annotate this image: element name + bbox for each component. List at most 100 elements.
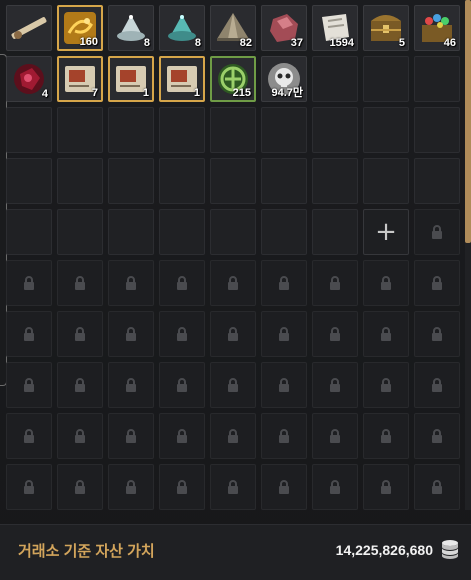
slot-golden-scroll[interactable]: 160: [57, 5, 103, 51]
empty-slot[interactable]: [6, 158, 52, 204]
lock-icon: [330, 327, 340, 341]
locked-slot[interactable]: [363, 413, 409, 459]
locked-slot[interactable]: [6, 413, 52, 459]
empty-slot[interactable]: [210, 158, 256, 204]
locked-slot[interactable]: [57, 362, 103, 408]
slot-flag-scroll-3[interactable]: 1: [159, 56, 205, 102]
empty-slot[interactable]: [261, 209, 307, 255]
empty-slot[interactable]: [210, 107, 256, 153]
lock-icon: [432, 429, 442, 443]
locked-slot[interactable]: [312, 362, 358, 408]
empty-slot[interactable]: [312, 56, 358, 102]
locked-slot[interactable]: [414, 413, 460, 459]
empty-slot[interactable]: [261, 158, 307, 204]
empty-slot[interactable]: [210, 209, 256, 255]
locked-slot[interactable]: [261, 362, 307, 408]
slot-red-ore[interactable]: 37: [261, 5, 307, 51]
locked-slot[interactable]: [57, 413, 103, 459]
empty-slot[interactable]: [312, 107, 358, 153]
slot-flag-scroll-2[interactable]: 1: [108, 56, 154, 102]
empty-slot[interactable]: [312, 158, 358, 204]
slot-skull-coin[interactable]: 94.7만: [261, 56, 307, 102]
locked-slot[interactable]: [108, 413, 154, 459]
locked-slot[interactable]: [159, 362, 205, 408]
empty-slot[interactable]: [363, 107, 409, 153]
locked-slot[interactable]: [159, 260, 205, 306]
empty-slot[interactable]: [159, 107, 205, 153]
locked-slot[interactable]: [6, 464, 52, 510]
locked-slot[interactable]: [363, 260, 409, 306]
locked-slot[interactable]: [57, 260, 103, 306]
locked-slot[interactable]: [108, 260, 154, 306]
locked-slot[interactable]: [210, 260, 256, 306]
locked-slot[interactable]: [261, 464, 307, 510]
empty-slot[interactable]: [108, 209, 154, 255]
slot-teal-lamp[interactable]: 8: [159, 5, 205, 51]
locked-slot[interactable]: [312, 260, 358, 306]
locked-slot[interactable]: [57, 464, 103, 510]
inventory-scrollbar[interactable]: [465, 0, 471, 510]
locked-slot[interactable]: [363, 362, 409, 408]
empty-slot[interactable]: [312, 209, 358, 255]
empty-slot[interactable]: [57, 158, 103, 204]
empty-slot[interactable]: [414, 158, 460, 204]
empty-slot[interactable]: [159, 158, 205, 204]
locked-slot[interactable]: [261, 311, 307, 357]
empty-slot[interactable]: [108, 158, 154, 204]
locked-slot[interactable]: [261, 260, 307, 306]
locked-slot[interactable]: [108, 362, 154, 408]
empty-slot[interactable]: [414, 56, 460, 102]
locked-slot[interactable]: [159, 464, 205, 510]
empty-slot[interactable]: [261, 107, 307, 153]
slot-silver-lamp[interactable]: 8: [108, 5, 154, 51]
slot-tent[interactable]: 82: [210, 5, 256, 51]
locked-slot[interactable]: [6, 362, 52, 408]
empty-slot[interactable]: [363, 56, 409, 102]
slot-white-cloth[interactable]: 1594: [312, 5, 358, 51]
locked-slot[interactable]: [210, 362, 256, 408]
locked-slot[interactable]: [210, 413, 256, 459]
slot-flag-scroll-1[interactable]: 7: [57, 56, 103, 102]
locked-slot[interactable]: [57, 311, 103, 357]
locked-slot[interactable]: [414, 362, 460, 408]
empty-slot[interactable]: [363, 158, 409, 204]
slot-treasure-chest[interactable]: 5: [363, 5, 409, 51]
empty-slot[interactable]: [57, 209, 103, 255]
locked-slot[interactable]: [108, 311, 154, 357]
empty-slot[interactable]: [6, 107, 52, 153]
locked-slot[interactable]: [414, 209, 460, 255]
lock-icon: [381, 480, 391, 494]
locked-slot[interactable]: [414, 464, 460, 510]
slot-long-rifle[interactable]: [6, 5, 52, 51]
slot-green-emblem[interactable]: 215: [210, 56, 256, 102]
scrollbar-thumb[interactable]: [465, 0, 471, 243]
locked-slot[interactable]: [159, 413, 205, 459]
empty-slot[interactable]: [6, 209, 52, 255]
locked-slot[interactable]: [312, 413, 358, 459]
empty-slot[interactable]: [159, 209, 205, 255]
locked-slot[interactable]: [414, 311, 460, 357]
empty-slot[interactable]: [108, 107, 154, 153]
locked-slot[interactable]: [414, 260, 460, 306]
locked-slot[interactable]: [210, 464, 256, 510]
add-slot-button[interactable]: +: [363, 209, 409, 255]
locked-slot[interactable]: [159, 311, 205, 357]
locked-slot[interactable]: [261, 413, 307, 459]
item-quantity: 82: [239, 37, 252, 49]
asset-value-label: 거래소 기준 자산 가치: [18, 543, 155, 560]
empty-slot[interactable]: [57, 107, 103, 153]
slot-gem-chest[interactable]: 46: [414, 5, 460, 51]
locked-slot[interactable]: [6, 260, 52, 306]
locked-slot[interactable]: [312, 311, 358, 357]
locked-slot[interactable]: [312, 464, 358, 510]
lock-icon: [330, 276, 340, 290]
locked-slot[interactable]: [363, 311, 409, 357]
locked-slot[interactable]: [210, 311, 256, 357]
locked-slot[interactable]: [363, 464, 409, 510]
slot-crimson-stone[interactable]: 4: [6, 56, 52, 102]
lock-icon: [228, 378, 238, 392]
locked-slot[interactable]: [108, 464, 154, 510]
locked-slot[interactable]: [6, 311, 52, 357]
lock-icon: [177, 378, 187, 392]
empty-slot[interactable]: [414, 107, 460, 153]
